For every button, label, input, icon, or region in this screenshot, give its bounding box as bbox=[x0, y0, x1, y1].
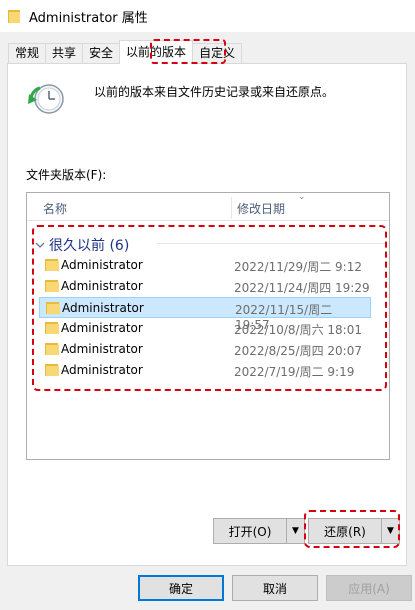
list-item[interactable]: Administrator 2022/7/19/周二 9:19 bbox=[39, 360, 371, 381]
item-name: Administrator bbox=[61, 363, 143, 377]
column-date-header[interactable]: 修改日期 bbox=[237, 200, 285, 217]
version-rows: Administrator 2022/11/29/周二 9:12 Adminis… bbox=[39, 255, 371, 381]
tab-strip: 常规 共享 安全 以前的版本 自定义 bbox=[8, 40, 243, 64]
tab-customize[interactable]: 自定义 bbox=[192, 43, 243, 64]
list-header: 名称 ⌄ 修改日期 bbox=[27, 192, 389, 221]
item-date: 2022/11/29/周二 9:12 bbox=[234, 260, 362, 274]
group-label: 很久以前 (6) bbox=[49, 238, 130, 254]
column-divider[interactable] bbox=[231, 197, 232, 219]
tab-security[interactable]: 安全 bbox=[82, 43, 121, 64]
folder-icon bbox=[8, 8, 21, 24]
list-item[interactable]: Administrator 2022/10/8/周六 18:01 bbox=[39, 318, 371, 339]
tab-sharing[interactable]: 共享 bbox=[45, 43, 84, 64]
item-date: 2022/7/19/周二 9:19 bbox=[234, 365, 355, 379]
open-split-button[interactable]: 打开(O) ▼ bbox=[213, 518, 305, 544]
folder-versions-label: 文件夹版本(F): bbox=[26, 168, 107, 182]
window-title: Administrator 属性 bbox=[29, 10, 148, 26]
restore-button[interactable]: 还原(R) bbox=[309, 519, 381, 543]
apply-button[interactable]: 应用(A) bbox=[326, 575, 412, 601]
item-date: 2022/11/24/周四 19:29 bbox=[234, 281, 370, 295]
restore-dropdown-arrow-icon[interactable]: ▼ bbox=[381, 519, 399, 543]
item-name: Administrator bbox=[62, 301, 144, 315]
item-date: 2022/10/8/周六 18:01 bbox=[234, 323, 362, 337]
chevron-down-icon bbox=[35, 237, 45, 253]
ok-button[interactable]: 确定 bbox=[138, 575, 224, 601]
folder-icon bbox=[45, 363, 59, 377]
item-name: Administrator bbox=[61, 321, 143, 335]
item-name: Administrator bbox=[61, 342, 143, 356]
folder-icon bbox=[45, 279, 59, 293]
item-name: Administrator bbox=[61, 258, 143, 272]
restore-point-icon bbox=[28, 80, 66, 116]
item-date: 2022/8/25/周四 20:07 bbox=[234, 344, 362, 358]
open-dropdown-arrow-icon[interactable]: ▼ bbox=[286, 519, 304, 543]
list-item-selected[interactable]: Administrator 2022/11/15/周二 19:57 bbox=[39, 297, 371, 332]
restore-split-button[interactable]: 还原(R) ▼ bbox=[308, 518, 400, 544]
folder-icon bbox=[45, 321, 59, 335]
tab-general[interactable]: 常规 bbox=[8, 43, 47, 64]
cancel-button[interactable]: 取消 bbox=[232, 575, 318, 601]
previous-versions-panel: 以前的版本来自文件历史记录或来自还原点。 文件夹版本(F): 名称 ⌄ 修改日期… bbox=[7, 63, 407, 566]
list-item[interactable]: Administrator 2022/11/29/周二 9:12 bbox=[39, 255, 371, 276]
group-header[interactable]: 很久以前 (6) bbox=[35, 235, 129, 255]
list-item[interactable]: Administrator 2022/11/24/周四 19:29 bbox=[39, 276, 371, 297]
group-divider bbox=[157, 243, 385, 244]
list-item[interactable]: Administrator 2022/8/25/周四 20:07 bbox=[39, 339, 371, 360]
open-button[interactable]: 打开(O) bbox=[214, 519, 286, 543]
tab-previous-versions[interactable]: 以前的版本 bbox=[119, 40, 194, 64]
folder-icon bbox=[45, 342, 59, 356]
description-text: 以前的版本来自文件历史记录或来自还原点。 bbox=[94, 85, 335, 99]
sort-caret-icon: ⌄ bbox=[298, 192, 306, 202]
folder-icon bbox=[45, 258, 59, 272]
column-name-header[interactable]: 名称 bbox=[43, 200, 67, 217]
folder-icon bbox=[46, 301, 60, 315]
title-bar: Administrator 属性 bbox=[0, 0, 415, 32]
versions-list[interactable]: 名称 ⌄ 修改日期 很久以前 (6) Administrator 2022/11… bbox=[26, 192, 390, 460]
item-name: Administrator bbox=[61, 279, 143, 293]
